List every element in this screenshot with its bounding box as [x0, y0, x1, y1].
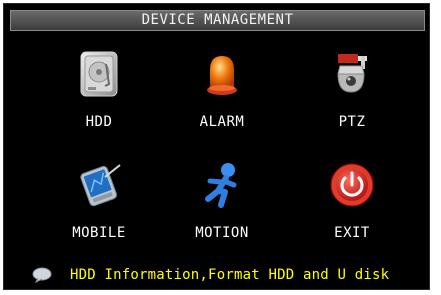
menu-item-label: EXIT: [334, 225, 370, 241]
menu-item-ptz[interactable]: PTZ: [297, 50, 407, 146]
menu-item-alarm[interactable]: ALARM: [167, 50, 277, 146]
alarm-light-icon: [198, 50, 246, 98]
menu-item-label: PTZ: [338, 114, 366, 130]
menu-item-label: MOTION: [195, 225, 249, 241]
mobile-pda-icon: [75, 161, 123, 209]
ptz-camera-icon: [328, 50, 376, 98]
menu-item-mobile[interactable]: MOBILE: [44, 161, 154, 257]
menu-item-label: ALARM: [199, 114, 245, 130]
motion-person-icon: [198, 161, 246, 209]
power-icon: [328, 161, 376, 209]
hdd-icon: [75, 50, 123, 98]
status-text: HDD Information,Format HDD and U disk: [70, 267, 390, 283]
menu-item-exit[interactable]: EXIT: [297, 161, 407, 257]
menu-item-label: HDD: [85, 114, 113, 130]
info-bubble-icon: [32, 267, 52, 284]
window-title: DEVICE MANAGEMENT: [10, 10, 425, 31]
device-management-window: DEVICE MANAGEMENT HDD ALARM PTZ MOBILE M…: [3, 3, 430, 290]
menu-item-motion[interactable]: MOTION: [167, 161, 277, 257]
menu-item-label: MOBILE: [72, 225, 126, 241]
menu-item-hdd[interactable]: HDD: [44, 50, 154, 146]
status-bar: HDD Information,Format HDD and U disk: [10, 265, 425, 287]
